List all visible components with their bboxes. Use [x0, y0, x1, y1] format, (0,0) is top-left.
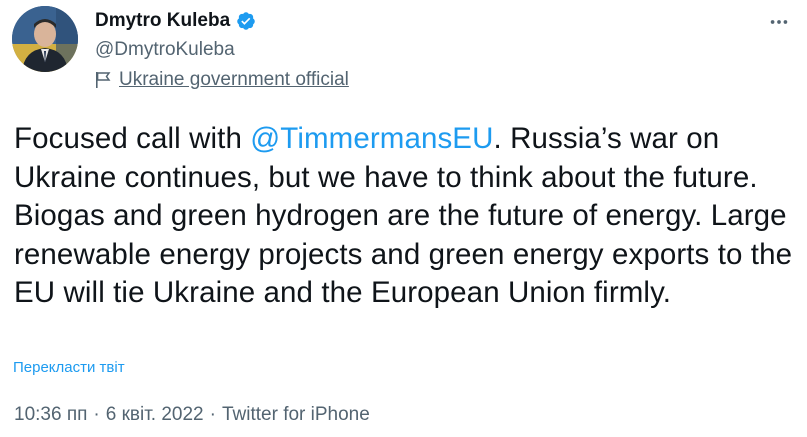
tweet-meta: 10:36 пп · 6 квіт. 2022 · Twitter for iP… [14, 404, 370, 426]
affiliation-link[interactable]: Ukraine government official [119, 69, 349, 91]
tweet-source[interactable]: Twitter for iPhone [222, 404, 370, 426]
verified-badge-icon [236, 11, 256, 31]
avatar[interactable] [12, 6, 78, 72]
avatar-photo [12, 6, 78, 72]
affiliation-row: Ukraine government official [95, 69, 349, 91]
tweet-time[interactable]: 10:36 пп [14, 404, 87, 426]
flag-icon [95, 71, 111, 89]
mention-link[interactable]: @TimmermansEU [250, 122, 493, 155]
tweet-card: Dmytro Kuleba @DmytroKuleba Ukraine gove… [0, 0, 807, 437]
author-handle[interactable]: @DmytroKuleba [95, 39, 235, 61]
tweet-date[interactable]: 6 квіт. 2022 [106, 404, 204, 426]
author-display-name[interactable]: Dmytro Kuleba [95, 10, 230, 32]
meta-separator: · [209, 404, 216, 425]
translate-tweet-link[interactable]: Перекласти твіт [13, 359, 125, 377]
tweet-text: Focused call with @TimmermansEU. Russia’… [14, 120, 794, 313]
tweet-text-start: Focused call with [14, 122, 251, 155]
more-options-button[interactable] [765, 8, 793, 36]
author-name-row: Dmytro Kuleba [95, 10, 256, 32]
more-horizontal-icon [770, 20, 788, 24]
meta-separator: · [93, 404, 100, 425]
